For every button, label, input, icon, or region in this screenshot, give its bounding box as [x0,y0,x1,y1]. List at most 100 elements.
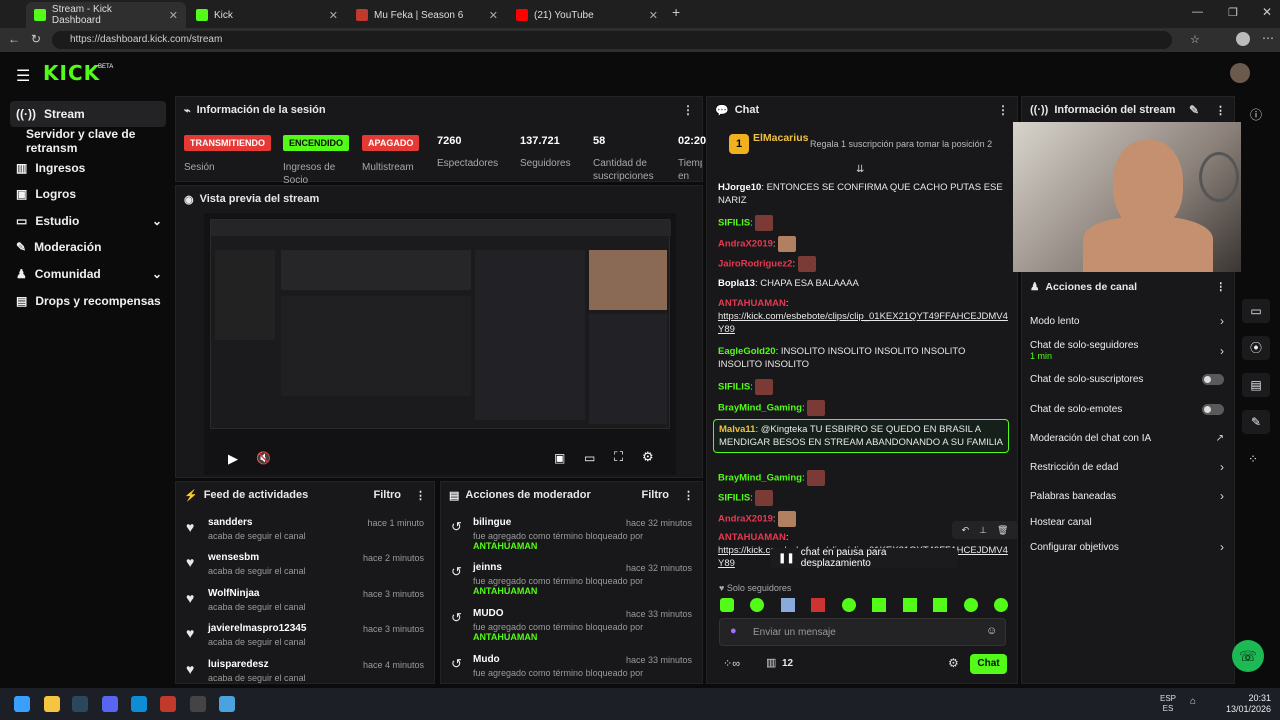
clock[interactable]: 20:31 13/01/2026 [1226,693,1271,715]
sidebar-item-comunidad[interactable]: ♟ Comunidad ⌄ [10,261,166,287]
mute-icon[interactable]: 🔇 [256,451,271,465]
emote-icon[interactable] [720,598,734,612]
tab-kick[interactable]: Kick ✕ [188,2,346,28]
reply-icon[interactable]: ↶ [962,525,970,536]
support-button[interactable]: ☏ [1232,640,1264,672]
send-chat-button[interactable]: Chat [970,654,1007,674]
pin-icon[interactable]: ⊥ [979,525,987,536]
chat-paused-banner[interactable]: ❚❚ chat en pausa para desplazamiento [770,547,958,569]
tab-mu-feka[interactable]: Mu Feka | Season 6 ✕ [348,2,506,28]
refresh-icon[interactable]: ↻ [31,32,41,46]
tab-youtube[interactable]: (21) YouTube ✕ [508,2,666,28]
action-followers-only[interactable]: Chat de solo-seguidores 1 min › [1030,337,1224,365]
info-icon[interactable]: ⓘ [1250,106,1262,123]
emote-icon[interactable] [780,598,795,612]
action-banned-words[interactable]: Palabras baneadas › [1030,487,1224,505]
close-icon[interactable]: ✕ [649,9,658,22]
menu-dots-icon[interactable]: ⋯ [1262,31,1274,45]
obs-icon[interactable] [190,696,206,712]
language-indicator[interactable]: ESP ES [1160,694,1176,714]
discord-icon[interactable] [102,696,118,712]
theater-icon[interactable]: ▭ [584,451,595,465]
action-goals[interactable]: Configurar objetivos › [1030,538,1224,556]
video-player[interactable]: ▶ 🔇 ▣ ▭ ⛶ ⚙ [204,213,676,475]
app-icon[interactable] [160,696,176,712]
top-gifter-name[interactable]: ElMacarius [753,132,808,144]
fullscreen-icon[interactable]: ⛶ [614,449,623,465]
mic-icon[interactable]: ● [730,625,737,637]
sidebar-item-server-key[interactable]: Servidor y clave de retransm [20,127,176,155]
emote-icon[interactable] [841,598,856,612]
delete-icon[interactable]: 🗑 [997,525,1008,536]
maximize-icon[interactable]: ❐ [1228,6,1238,19]
sidebar-item-drops[interactable]: ▤ Drops y recompensas [10,288,166,314]
minimize-icon[interactable]: — [1192,6,1203,18]
close-window-icon[interactable]: ✕ [1262,5,1272,19]
settings-icon[interactable]: ⚙ [642,449,654,465]
action-subs-only[interactable]: Chat de solo-suscriptores [1030,370,1224,388]
chat-settings-icon[interactable]: ⚙ [948,656,959,670]
sidebar-item-stream[interactable]: ((·)) Stream [10,101,166,127]
file-explorer-icon[interactable] [44,696,60,712]
close-icon[interactable]: ✕ [169,9,178,22]
emote-icon[interactable] [933,598,948,612]
url-field[interactable]: https://dashboard.kick.com/stream [52,31,1172,49]
scroll-down-icon[interactable]: ⇊ [856,164,864,175]
kebab-menu-icon[interactable]: ⋮ [997,103,1009,117]
pip-icon[interactable]: ▣ [554,451,565,465]
user-avatar[interactable] [1230,63,1250,83]
action-emotes-only[interactable]: Chat de solo-emotes [1030,400,1224,418]
action-ai-moderation[interactable]: Moderación del chat con IA ↗ [1030,429,1224,447]
media-icon[interactable]: ▤ [1242,373,1270,397]
kebab-menu-icon[interactable]: ⋮ [683,489,694,502]
sidebar-item-moderacion[interactable]: ✎ Moderación [10,234,166,260]
action-host-channel[interactable]: Hostear canal [1030,513,1224,531]
emote-icon[interactable] [811,598,826,612]
close-icon[interactable]: ✕ [489,9,498,22]
chat-input[interactable]: ● Enviar un mensaje ☺ [719,618,1006,646]
play-icon[interactable]: ▶ [228,451,238,467]
gift-sub-prompt[interactable]: Regala 1 suscripción para tomar la posic… [810,139,992,149]
chat-bubble-icon[interactable]: ▭ [1242,299,1270,323]
notepad-icon[interactable] [219,696,235,712]
chevron-right-icon: › [1220,344,1224,358]
emote-icon[interactable] [750,598,765,612]
chat-link[interactable]: https://kick.com/esbebote/clips/clip_01K… [718,311,1008,335]
emote-icon [755,215,774,231]
profile-avatar-icon[interactable] [1236,32,1250,46]
back-icon[interactable]: ← [8,32,20,46]
subs-only-toggle[interactable] [1202,373,1224,385]
action-slow-mode[interactable]: Modo lento › [1030,312,1224,330]
sidebar-item-estudio[interactable]: ▭ Estudio ⌄ [10,208,166,234]
tab-stream-dashboard[interactable]: Stream - Kick Dashboard ✕ [26,2,186,28]
hamburger-menu-icon[interactable]: ☰ [16,66,30,86]
community-icon[interactable]: ⁘ [1248,452,1258,466]
broadcast-icon[interactable]: ⦿ [1242,336,1270,360]
infinity-icon[interactable]: ⁘∞ [723,657,740,670]
favorites-icon[interactable]: ☆ [1190,33,1200,46]
edge-icon[interactable] [131,696,147,712]
steam-icon[interactable] [72,696,88,712]
close-icon[interactable]: ✕ [329,9,338,22]
modactions-filter-button[interactable]: Filtro [642,489,670,501]
kebab-menu-icon[interactable]: ⋮ [682,103,694,117]
network-icon[interactable]: ⌂ [1190,696,1196,707]
wrench-icon[interactable]: ✎ [1242,410,1270,434]
chevron-down-icon: ⌄ [151,267,162,281]
kebab-menu-icon[interactable]: ⋮ [1215,104,1226,117]
emotes-only-toggle[interactable] [1202,403,1224,415]
edit-icon[interactable]: ✎ [1189,103,1199,117]
windows-start-icon[interactable] [14,696,30,712]
sidebar-item-logros[interactable]: ▣ Logros [10,181,166,207]
emote-icon[interactable] [872,598,887,612]
feed-filter-button[interactable]: Filtro [374,489,402,501]
emote-icon[interactable] [993,598,1008,612]
sidebar-item-ingresos[interactable]: ▥ Ingresos [10,155,166,181]
emote-icon[interactable] [902,598,917,612]
emote-icon[interactable] [963,598,978,612]
new-tab-icon[interactable]: + [672,4,680,20]
action-age-restriction[interactable]: Restricción de edad › [1030,458,1224,476]
kebab-menu-icon[interactable]: ⋮ [1216,281,1227,293]
emoji-icon[interactable]: ☺ [986,625,997,637]
kebab-menu-icon[interactable]: ⋮ [415,489,426,502]
